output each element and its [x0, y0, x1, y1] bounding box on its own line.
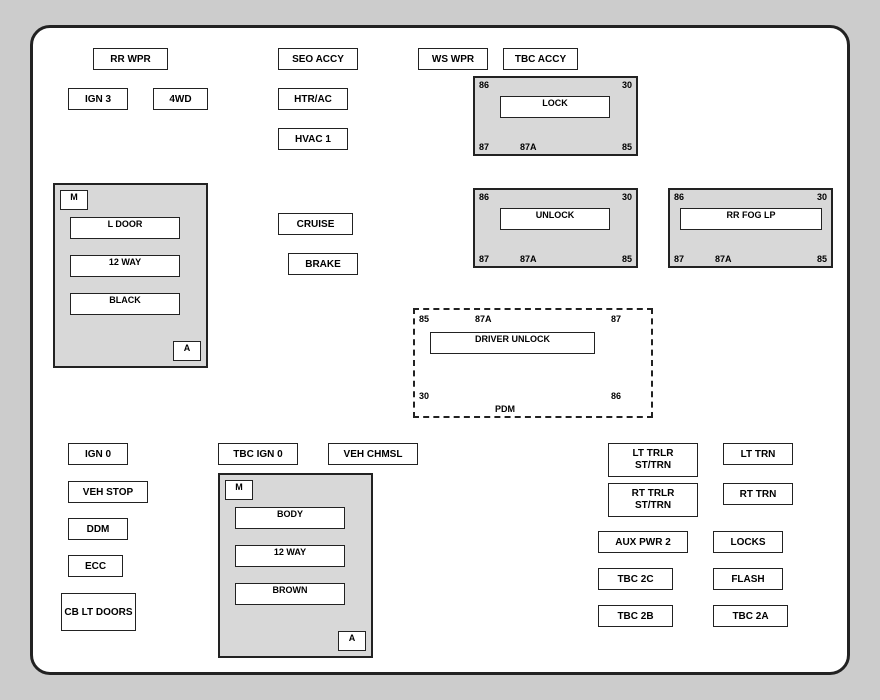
rr-fog-lp-relay-block: 86 30 RR FOG LP 87 87A 85 — [668, 188, 833, 268]
12way-right-label: 12 WAY — [235, 545, 345, 567]
lock-label: LOCK — [500, 96, 610, 118]
veh-chmsl-label: VEH CHMSL — [328, 443, 418, 465]
tbc-ign0-label: TBC IGN 0 — [218, 443, 298, 465]
rr-wpr-label: RR WPR — [93, 48, 168, 70]
a-right-label: A — [338, 631, 366, 651]
hvac1-label: HVAC 1 — [278, 128, 348, 150]
4wd-label: 4WD — [153, 88, 208, 110]
tbc-2c-label: TBC 2C — [598, 568, 673, 590]
brown-label: BROWN — [235, 583, 345, 605]
left-connector-block: M L DOOR 12 WAY BLACK A — [53, 183, 208, 368]
rr-fog-lp-label: RR FOG LP — [680, 208, 822, 230]
cb-lt-doors-label: CB LT DOORS — [61, 593, 136, 631]
12way-left-label: 12 WAY — [70, 255, 180, 277]
flash-label: FLASH — [713, 568, 783, 590]
lt-trn-label: LT TRN — [723, 443, 793, 465]
black-label: BLACK — [70, 293, 180, 315]
rt-trlr-label: RT TRLR ST/TRN — [608, 483, 698, 517]
cruise-label: CRUISE — [278, 213, 353, 235]
tbc-2b-label: TBC 2B — [598, 605, 673, 627]
a-left-label: A — [173, 341, 201, 361]
ddm-label: DDM — [68, 518, 128, 540]
tbc-accy-label: TBC ACCY — [503, 48, 578, 70]
locks-label: LOCKS — [713, 531, 783, 553]
l-door-label: L DOOR — [70, 217, 180, 239]
seo-accy-label: SEO ACCY — [278, 48, 358, 70]
brake-label: BRAKE — [288, 253, 358, 275]
veh-stop-label: VEH STOP — [68, 481, 148, 503]
unlock-label: UNLOCK — [500, 208, 610, 230]
lock-relay-block: 86 30 LOCK 87 87A 85 — [473, 76, 638, 156]
body-label: BODY — [235, 507, 345, 529]
lt-trlr-label: LT TRLR ST/TRN — [608, 443, 698, 477]
htr-ac-label: HTR/AC — [278, 88, 348, 110]
right-connector-block: M BODY 12 WAY BROWN A — [218, 473, 373, 658]
pdm-label: PDM — [495, 404, 515, 414]
ign3-label: IGN 3 — [68, 88, 128, 110]
aux-pwr2-label: AUX PWR 2 — [598, 531, 688, 553]
diagram-container: RR WPR SEO ACCY WS WPR TBC ACCY IGN 3 4W… — [30, 25, 850, 675]
ecc-label: ECC — [68, 555, 123, 577]
ws-wpr-label: WS WPR — [418, 48, 488, 70]
m-left-label: M — [60, 190, 88, 210]
ign0-label: IGN 0 — [68, 443, 128, 465]
unlock-relay-block: 86 30 UNLOCK 87 87A 85 — [473, 188, 638, 268]
rt-trn-label: RT TRN — [723, 483, 793, 505]
pdm-box: DRIVER UNLOCK 85 87A 87 30 86 PDM — [413, 308, 653, 418]
tbc-2a-label: TBC 2A — [713, 605, 788, 627]
driver-unlock-label: DRIVER UNLOCK — [430, 332, 595, 354]
m-right-label: M — [225, 480, 253, 500]
